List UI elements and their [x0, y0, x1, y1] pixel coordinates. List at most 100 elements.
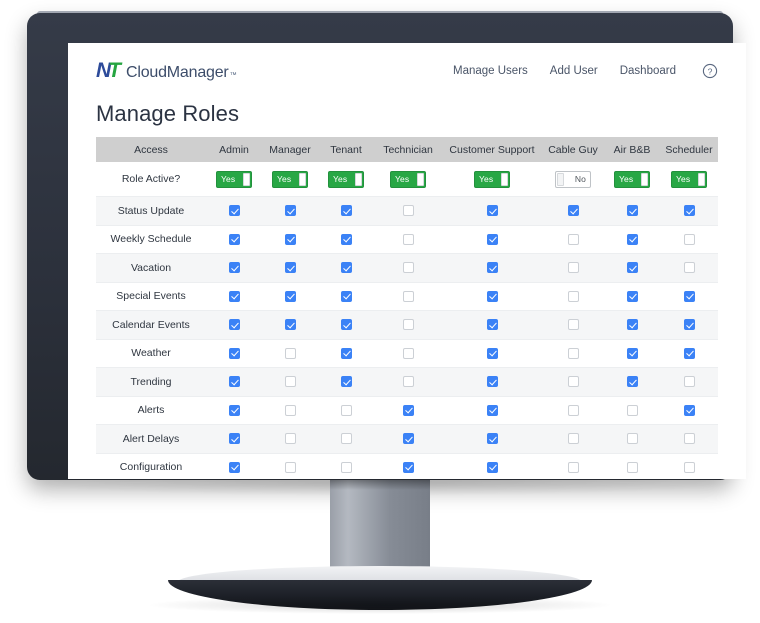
permission-checkbox[interactable]: [228, 404, 240, 416]
permission-cell: [318, 453, 374, 479]
permission-checkbox[interactable]: [683, 319, 695, 331]
brand-logo[interactable]: NT CloudManager ™: [96, 60, 237, 82]
nav-link-dashboard[interactable]: Dashboard: [620, 65, 676, 77]
permission-checkbox[interactable]: [402, 347, 414, 359]
permission-checkbox[interactable]: [402, 290, 414, 302]
permission-checkbox[interactable]: [567, 290, 579, 302]
permission-checkbox[interactable]: [340, 376, 352, 388]
permission-checkbox[interactable]: [683, 347, 695, 359]
role-active-toggle-customer-support[interactable]: Yes: [474, 170, 510, 188]
permission-checkbox[interactable]: [567, 319, 579, 331]
permission-checkbox[interactable]: [402, 319, 414, 331]
permission-checkbox[interactable]: [683, 233, 695, 245]
permission-checkbox[interactable]: [626, 376, 638, 388]
permission-cell: [542, 310, 604, 340]
permission-checkbox[interactable]: [683, 205, 695, 217]
permission-checkbox[interactable]: [626, 262, 638, 274]
permission-checkbox[interactable]: [683, 290, 695, 302]
permission-checkbox[interactable]: [683, 404, 695, 416]
permission-checkbox[interactable]: [402, 205, 414, 217]
role-active-toggle-air-b-b[interactable]: Yes: [614, 170, 650, 188]
permission-checkbox[interactable]: [340, 404, 352, 416]
permission-checkbox[interactable]: [486, 376, 498, 388]
permission-checkbox[interactable]: [402, 262, 414, 274]
permission-checkbox[interactable]: [284, 376, 296, 388]
permission-checkbox[interactable]: [626, 290, 638, 302]
role-active-toggle-manager[interactable]: Yes: [272, 170, 308, 188]
permission-checkbox[interactable]: [626, 404, 638, 416]
permission-checkbox[interactable]: [567, 404, 579, 416]
role-active-toggle-technician[interactable]: Yes: [390, 170, 426, 188]
permission-checkbox[interactable]: [284, 262, 296, 274]
permission-checkbox[interactable]: [567, 433, 579, 445]
permission-checkbox[interactable]: [284, 433, 296, 445]
permission-cell: [660, 253, 718, 283]
permission-checkbox[interactable]: [228, 319, 240, 331]
role-active-toggle-tenant[interactable]: Yes: [328, 170, 364, 188]
permission-checkbox[interactable]: [683, 262, 695, 274]
permission-checkbox[interactable]: [683, 433, 695, 445]
permission-checkbox[interactable]: [228, 461, 240, 473]
app-page: NT CloudManager ™ Manage Users Add User D…: [68, 43, 746, 479]
permission-checkbox[interactable]: [626, 433, 638, 445]
nav-link-add-user[interactable]: Add User: [550, 65, 598, 77]
permission-checkbox[interactable]: [567, 262, 579, 274]
permission-checkbox[interactable]: [340, 433, 352, 445]
permission-checkbox[interactable]: [486, 290, 498, 302]
permission-checkbox[interactable]: [284, 461, 296, 473]
permission-checkbox[interactable]: [486, 262, 498, 274]
permission-checkbox[interactable]: [567, 205, 579, 217]
permission-checkbox[interactable]: [402, 233, 414, 245]
permission-checkbox[interactable]: [228, 262, 240, 274]
permission-checkbox[interactable]: [567, 461, 579, 473]
permission-checkbox[interactable]: [228, 233, 240, 245]
permission-checkbox[interactable]: [683, 461, 695, 473]
permission-checkbox[interactable]: [340, 319, 352, 331]
permission-checkbox[interactable]: [340, 233, 352, 245]
permission-checkbox[interactable]: [402, 404, 414, 416]
permission-checkbox[interactable]: [626, 205, 638, 217]
permission-checkbox[interactable]: [567, 347, 579, 359]
permission-checkbox[interactable]: [626, 233, 638, 245]
permission-checkbox[interactable]: [340, 205, 352, 217]
permission-checkbox[interactable]: [626, 319, 638, 331]
role-active-toggle-cable-guy[interactable]: No: [555, 170, 591, 188]
permission-checkbox[interactable]: [486, 433, 498, 445]
toggle-knob: [557, 172, 564, 186]
permission-checkbox[interactable]: [486, 461, 498, 473]
permission-cell: [442, 424, 542, 454]
permission-checkbox[interactable]: [284, 290, 296, 302]
permission-checkbox[interactable]: [683, 376, 695, 388]
permission-checkbox[interactable]: [626, 347, 638, 359]
permission-checkbox[interactable]: [486, 404, 498, 416]
role-active-toggle-scheduler[interactable]: Yes: [671, 170, 707, 188]
nav-link-manage-users[interactable]: Manage Users: [453, 65, 528, 77]
permission-checkbox[interactable]: [284, 404, 296, 416]
permission-checkbox[interactable]: [486, 319, 498, 331]
permission-checkbox[interactable]: [486, 347, 498, 359]
permission-checkbox[interactable]: [284, 205, 296, 217]
permission-checkbox[interactable]: [284, 347, 296, 359]
permission-checkbox[interactable]: [228, 347, 240, 359]
permission-checkbox[interactable]: [228, 290, 240, 302]
permission-checkbox[interactable]: [340, 347, 352, 359]
permission-checkbox[interactable]: [626, 461, 638, 473]
permission-checkbox[interactable]: [340, 262, 352, 274]
permission-checkbox[interactable]: [284, 233, 296, 245]
permission-checkbox[interactable]: [402, 376, 414, 388]
permission-checkbox[interactable]: [340, 290, 352, 302]
role-active-toggle-admin[interactable]: Yes: [216, 170, 252, 188]
permission-checkbox[interactable]: [402, 461, 414, 473]
permission-checkbox[interactable]: [567, 233, 579, 245]
permission-checkbox[interactable]: [228, 205, 240, 217]
permission-checkbox[interactable]: [284, 319, 296, 331]
permission-checkbox[interactable]: [228, 376, 240, 388]
permission-checkbox[interactable]: [228, 433, 240, 445]
permission-checkbox[interactable]: [567, 376, 579, 388]
permission-cell: [206, 310, 262, 340]
permission-checkbox[interactable]: [340, 461, 352, 473]
permission-checkbox[interactable]: [486, 205, 498, 217]
help-circle-icon[interactable]: ?: [702, 63, 718, 79]
permission-checkbox[interactable]: [486, 233, 498, 245]
permission-checkbox[interactable]: [402, 433, 414, 445]
